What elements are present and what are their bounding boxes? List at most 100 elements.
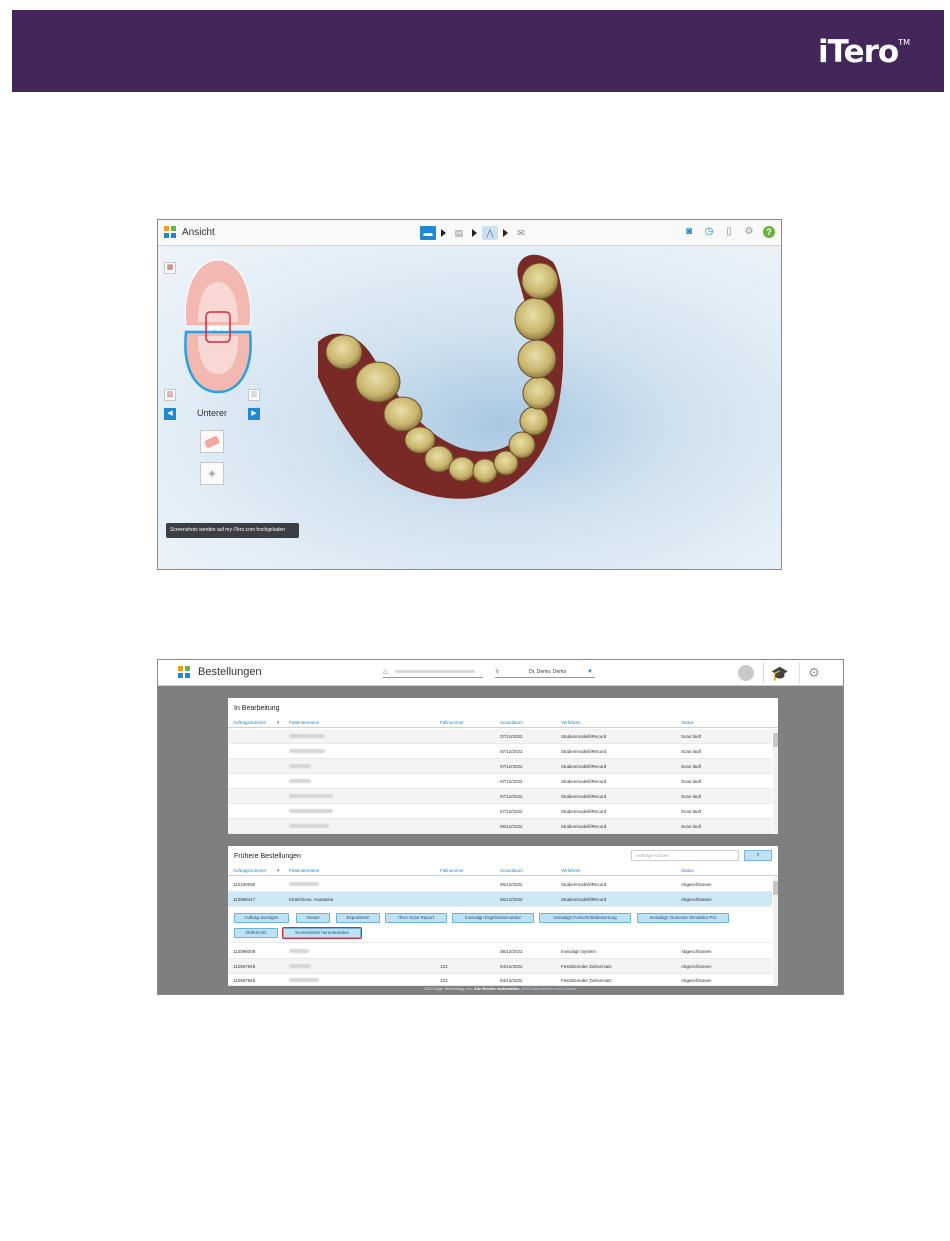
- col-procedure[interactable]: Verfahren: [561, 720, 581, 725]
- cell-procedure: Studienmodell/iRecord: [561, 794, 607, 799]
- cell-date: 06/12/2022: [500, 882, 523, 887]
- table-row[interactable]: 07/12/2022 Studienmodell/iRecord Scan lä…: [228, 789, 772, 804]
- export-button[interactable]: Exportieren: [336, 913, 380, 923]
- search-button[interactable]: ⌕: [744, 850, 772, 861]
- split-view-icon[interactable]: ▦: [164, 262, 176, 274]
- cell-procedure: Studienmodell/iRecord: [561, 809, 607, 814]
- clipboard-icon[interactable]: ▤: [451, 226, 467, 240]
- tooth-tool-button[interactable]: ✦: [200, 462, 224, 485]
- cell-date: 06/12/2022: [500, 897, 523, 902]
- outcome-simulator-pro-button[interactable]: Invisalign Outcome Simulator Pro: [637, 913, 729, 923]
- help-icon[interactable]: ?: [763, 226, 775, 238]
- col-case[interactable]: Fallnummer: [440, 868, 464, 873]
- table-row[interactable]: 112967946 123 04/12/2022 Festsitzender Z…: [228, 959, 772, 974]
- cell-date: 04/12/2022: [500, 964, 523, 969]
- tooth: [508, 431, 536, 459]
- tooth: [517, 339, 557, 379]
- doctor-selector[interactable]: ⚕ Dr. Demo, Demo ▼: [495, 667, 595, 678]
- patient-name-blurred: [289, 809, 333, 814]
- patient-name-blurred: [289, 978, 319, 983]
- search-input[interactable]: Aufträge suchen: [631, 850, 739, 861]
- table-row[interactable]: 113096009 06/12/2022 Invisalign System A…: [228, 944, 772, 959]
- col-case[interactable]: Fallnummer: [440, 720, 464, 725]
- past-orders-panel: Frühere Bestellungen Aufträge suchen ⌕ A…: [228, 846, 778, 986]
- col-status[interactable]: Status: [681, 720, 694, 725]
- col-patient[interactable]: Patientenname: [289, 868, 319, 873]
- table-row-selected[interactable]: 113099417 Kharlchevs, Anastasia 06/12/20…: [228, 892, 772, 907]
- patient-name-blurred: [289, 749, 325, 754]
- footer-copyright: 2022 Align Technology, Inc.: [424, 986, 473, 991]
- col-date[interactable]: Scandatum: [500, 720, 523, 725]
- step-arrow-icon: [441, 229, 446, 237]
- cell-procedure: Studienmodell/iRecord: [561, 749, 607, 754]
- eraser-tool-button[interactable]: [200, 430, 224, 453]
- step-arrow-icon: [503, 229, 508, 237]
- col-procedure[interactable]: Verfahren: [561, 868, 581, 873]
- grid-icon[interactable]: [164, 226, 176, 238]
- timer-icon[interactable]: ◷: [703, 226, 715, 238]
- view-order-button[interactable]: Auftrag anzeigen: [234, 913, 289, 923]
- chevron-down-icon: ▼: [587, 669, 593, 675]
- scan-report-button[interactable]: iTero Scan Report: [385, 913, 447, 923]
- table-row[interactable]: 06/12/2022 Studienmodell/iRecord Scan lä…: [228, 819, 772, 834]
- scan-icon[interactable]: ⋀: [482, 226, 498, 240]
- table-row[interactable]: 07/12/2022 Studienmodell/iRecord Scan lä…: [228, 744, 772, 759]
- sort-icon[interactable]: ▼: [276, 868, 280, 873]
- col-patient[interactable]: Patientenname: [289, 720, 319, 725]
- step-arrow-icon: [472, 229, 477, 237]
- mail-icon[interactable]: ✉: [513, 226, 529, 240]
- orthocad-button[interactable]: OrthoCAD: [234, 928, 278, 938]
- past-orders-scrollbar[interactable]: [773, 877, 778, 986]
- eraser-icon: [203, 434, 221, 449]
- cell-status: Abgeschlossen: [681, 964, 712, 969]
- next-arch-button[interactable]: ▶: [248, 408, 260, 420]
- col-status[interactable]: Status: [681, 868, 694, 873]
- progress-assessment-button[interactable]: Invisalign Fortschrittsbewertung: [539, 913, 631, 923]
- in-progress-scrollbar[interactable]: [773, 729, 778, 833]
- table-row[interactable]: 112967946 123 04/12/2022 Festsitzender Z…: [228, 974, 772, 986]
- past-orders-columns: Auftragsnummer ▼ Patientenname Fallnumme…: [228, 864, 778, 876]
- viewer-toolbar: Ansicht ▬ ▤ ⋀ ✉ ◙ ◷ ▯ ⚙ ?: [158, 220, 781, 246]
- gear-icon[interactable]: ⚙: [743, 226, 755, 238]
- table-row[interactable]: 07/12/2022 Studienmodell/iRecord Scan lä…: [228, 774, 772, 789]
- cell-procedure: Studienmodell/iRecord: [561, 882, 607, 887]
- cell-status: Scan läuft: [681, 749, 702, 754]
- viewer-button[interactable]: Viewer: [296, 913, 330, 923]
- cell-procedure: Festsitzender Zahnersatz: [561, 978, 612, 983]
- graduation-cap-icon[interactable]: 🎓: [770, 665, 790, 681]
- tooth: [472, 458, 498, 484]
- camera-icon[interactable]: ◙: [683, 226, 695, 238]
- grid-icon[interactable]: [178, 666, 190, 678]
- viewer-screenshot: Ansicht ▬ ▤ ⋀ ✉ ◙ ◷ ▯ ⚙ ? ▦ ▥ ▥ ◀ Untere…: [157, 219, 782, 570]
- footer-links[interactable]: AGB Datenschutz und Cookies: [521, 986, 576, 991]
- patient-name-blurred: [289, 882, 319, 887]
- avatar[interactable]: [738, 665, 754, 681]
- orders-header: Bestellungen ⌂ ⚕ Dr. Demo, Demo ▼ 🎓 ⚙: [158, 660, 843, 686]
- patient-name-blurred: [289, 794, 333, 799]
- table-row[interactable]: 112100290 06/12/2022 Studienmodell/iReco…: [228, 877, 772, 892]
- sort-icon[interactable]: ▼: [276, 720, 280, 725]
- col-order[interactable]: Auftragsnummer: [233, 720, 266, 725]
- cell-date: 07/12/2022: [500, 794, 523, 799]
- lower-arch-icon[interactable]: ▥: [248, 389, 260, 401]
- cell-date: 06/12/2022: [500, 824, 523, 829]
- tooth: [522, 376, 556, 410]
- table-row[interactable]: 07/12/2022 Studienmodell/iRecord Scan lä…: [228, 759, 772, 774]
- patient-name-blurred: [289, 949, 309, 954]
- outcome-simulator-button[interactable]: Invisalign Ergebnissimulator: [452, 913, 534, 923]
- gear-icon[interactable]: ⚙: [806, 665, 822, 681]
- download-screenshots-button[interactable]: Screenshots herunterladen: [282, 927, 362, 939]
- cell-procedure: Studienmodell/iRecord: [561, 779, 607, 784]
- cell-status: Scan läuft: [681, 794, 702, 799]
- upper-arch-icon[interactable]: ▥: [164, 389, 176, 401]
- practice-selector[interactable]: ⌂: [383, 667, 483, 678]
- tooth-chart[interactable]: [178, 256, 258, 396]
- folder-icon[interactable]: ▬: [420, 226, 436, 240]
- orders-footer: 2022 Align Technology, Inc. Alle Rechte …: [158, 986, 843, 991]
- col-order[interactable]: Auftragsnummer: [233, 868, 266, 873]
- table-row[interactable]: 07/12/2022 Studienmodell/iRecord Scan lä…: [228, 729, 772, 744]
- patient-name-blurred: [289, 824, 329, 829]
- col-date[interactable]: Scandatum: [500, 868, 523, 873]
- prev-arch-button[interactable]: ◀: [164, 408, 176, 420]
- table-row[interactable]: 07/12/2022 Studienmodell/iRecord Scan lä…: [228, 804, 772, 819]
